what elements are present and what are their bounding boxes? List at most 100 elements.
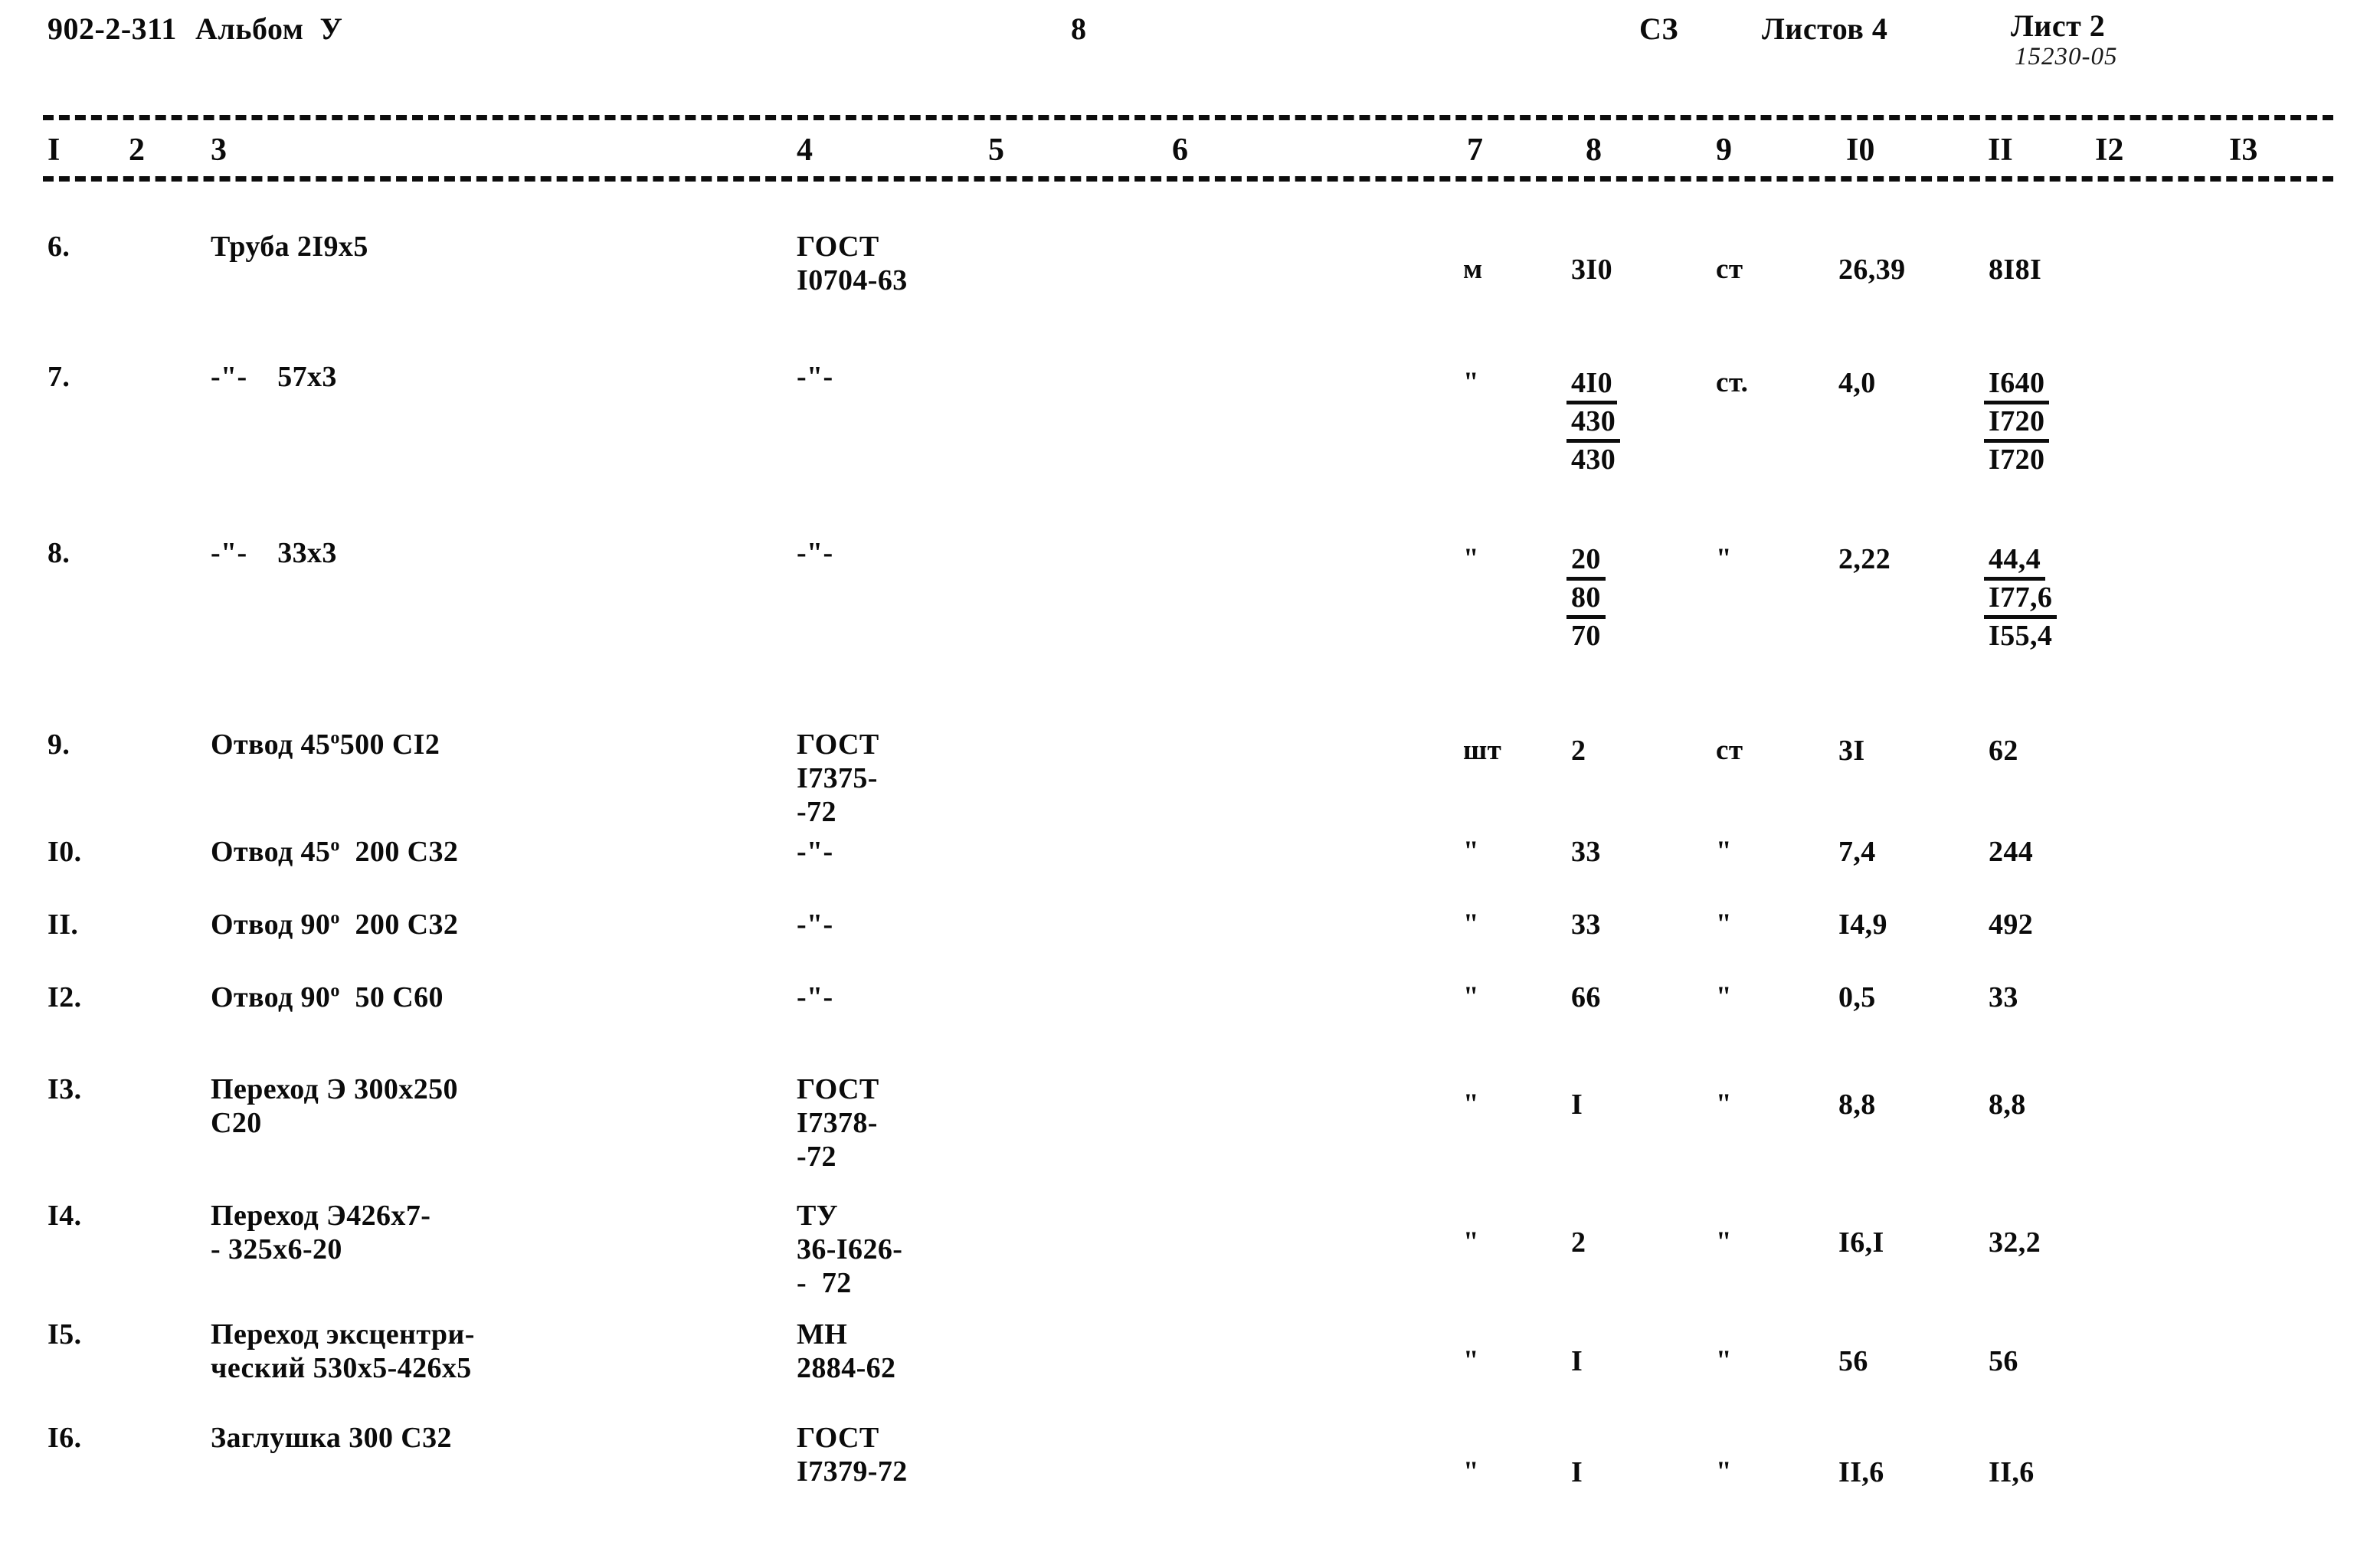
row-unit-mass: 2,22 xyxy=(1838,543,1891,575)
document-code: 902-2-311 xyxy=(47,11,177,46)
row-item-name: Отвод 45o500 СI2 xyxy=(211,728,440,761)
row-standard-reference: ГОСТ I7378- -72 xyxy=(797,1073,879,1173)
row-material: " xyxy=(1716,543,1732,575)
column-number-I2: I2 xyxy=(2095,133,2124,168)
row-item-number: 9. xyxy=(47,728,70,761)
row-total-mass: 32,2 xyxy=(1989,1226,2041,1259)
row-unit-mass: 26,39 xyxy=(1838,254,1906,286)
row-standard-reference: -"- xyxy=(797,361,833,393)
row-unit: " xyxy=(1463,1456,1479,1488)
row-material: " xyxy=(1716,1456,1732,1488)
row-standard-reference: МН 2884-62 xyxy=(797,1318,896,1384)
page-number: 8 xyxy=(1071,11,1087,46)
row-unit-mass: 4,0 xyxy=(1838,367,1876,399)
row-total-mass: I640 I720 I720 xyxy=(1984,366,2050,477)
row-item-number: I6. xyxy=(47,1422,82,1454)
row-material: " xyxy=(1716,981,1732,1013)
column-number-2: 2 xyxy=(129,133,145,168)
row-standard-reference: ГОСТ I7379-72 xyxy=(797,1422,908,1488)
row-material: " xyxy=(1716,1226,1732,1258)
row-unit-mass: 0,5 xyxy=(1838,981,1876,1013)
row-unit-mass: I4,9 xyxy=(1838,909,1887,941)
row-item-number: 6. xyxy=(47,231,70,263)
row-item-name: -"- 33х3 xyxy=(211,537,337,569)
row-standard-reference: ГОСТ I0704-63 xyxy=(797,231,908,296)
row-material: ст xyxy=(1716,254,1743,285)
row-quantity: 66 xyxy=(1571,981,1601,1013)
row-total-mass: 62 xyxy=(1989,735,2018,767)
row-unit-mass: 7,4 xyxy=(1838,836,1876,868)
column-number-6: 6 xyxy=(1172,133,1188,168)
row-total-mass: II,6 xyxy=(1989,1456,2035,1488)
row-item-number: I0. xyxy=(47,836,82,868)
row-standard-reference: -"- xyxy=(797,981,833,1013)
row-item-number: 7. xyxy=(47,361,70,393)
row-unit: " xyxy=(1463,543,1479,575)
row-unit: шт xyxy=(1463,735,1502,766)
row-quantity: I xyxy=(1571,1345,1583,1377)
column-number-I0: I0 xyxy=(1846,133,1875,168)
sheets-total-label: Листов 4 xyxy=(1762,11,1888,46)
row-item-number: I4. xyxy=(47,1200,82,1232)
row-material: " xyxy=(1716,1089,1732,1120)
sheet-current-label: Лист 2 xyxy=(2011,8,2106,43)
row-item-number: 8. xyxy=(47,537,70,569)
row-item-name: Отвод 90o 200 С32 xyxy=(211,908,459,941)
column-number-I: I xyxy=(47,133,61,168)
column-number-II: II xyxy=(1988,133,2013,168)
row-item-name: -"- 57х3 xyxy=(211,361,337,393)
column-number-7: 7 xyxy=(1467,133,1483,168)
row-item-name: Заглушка 300 С32 xyxy=(211,1422,452,1454)
row-unit-mass: 3I xyxy=(1838,735,1865,767)
row-unit-mass: 8,8 xyxy=(1838,1089,1876,1121)
row-total-mass: 244 xyxy=(1989,836,2034,868)
row-quantity: 2 xyxy=(1571,1226,1586,1259)
row-item-number: I5. xyxy=(47,1318,82,1351)
row-item-number: II. xyxy=(47,909,79,941)
row-material: ст xyxy=(1716,735,1743,766)
row-quantity: 20 80 70 xyxy=(1566,542,1606,653)
row-quantity: 2 xyxy=(1571,735,1586,767)
album-label: Альбом У xyxy=(195,11,343,46)
row-material: " xyxy=(1716,909,1732,940)
row-material: " xyxy=(1716,1345,1732,1377)
column-number-5: 5 xyxy=(988,133,1004,168)
row-item-name: Переход Э 300х250 С20 xyxy=(211,1073,458,1139)
row-total-mass: 8,8 xyxy=(1989,1089,2026,1121)
column-number-3: 3 xyxy=(211,133,227,168)
row-standard-reference: ТУ 36-I626- - 72 xyxy=(797,1200,903,1299)
row-item-number: I2. xyxy=(47,981,82,1013)
column-number-8: 8 xyxy=(1586,133,1602,168)
row-total-mass: 44,4 I77,6 I55,4 xyxy=(1984,542,2058,653)
row-item-name: Труба 2I9х5 xyxy=(211,231,368,263)
row-unit: м xyxy=(1463,254,1483,285)
row-standard-reference: -"- xyxy=(797,537,833,569)
row-item-name: Отвод 45o 200 С32 xyxy=(211,835,459,868)
row-quantity: 4I0 430 430 xyxy=(1566,366,1621,477)
row-quantity: I xyxy=(1571,1089,1583,1121)
row-item-name: Переход Э426х7- - 325х6-20 xyxy=(211,1200,431,1265)
row-unit: " xyxy=(1463,909,1479,940)
row-unit: " xyxy=(1463,367,1479,398)
row-total-mass: 492 xyxy=(1989,909,2034,941)
row-quantity: 33 xyxy=(1571,836,1601,868)
row-quantity: 3I0 xyxy=(1571,254,1612,286)
column-number-I3: I3 xyxy=(2229,133,2258,168)
column-number-9: 9 xyxy=(1716,133,1732,168)
row-standard-reference: -"- xyxy=(797,909,833,941)
row-item-number: I3. xyxy=(47,1073,82,1105)
table-header-divider xyxy=(43,176,2333,182)
row-unit-mass: II,6 xyxy=(1838,1456,1884,1488)
row-unit: " xyxy=(1463,1345,1479,1377)
row-material: " xyxy=(1716,836,1732,867)
row-total-mass: 33 xyxy=(1989,981,2018,1013)
row-total-mass: 8I8I xyxy=(1989,254,2042,286)
row-standard-reference: ГОСТ I7375- -72 xyxy=(797,728,879,828)
table-top-divider xyxy=(43,115,2333,120)
row-unit: " xyxy=(1463,1089,1479,1120)
row-material: ст. xyxy=(1716,367,1749,398)
row-item-name: Переход эксцентри-ческий 530х5-426х5 xyxy=(211,1318,475,1384)
column-number-4: 4 xyxy=(797,133,813,168)
row-quantity: I xyxy=(1571,1456,1583,1488)
row-quantity: 33 xyxy=(1571,909,1601,941)
